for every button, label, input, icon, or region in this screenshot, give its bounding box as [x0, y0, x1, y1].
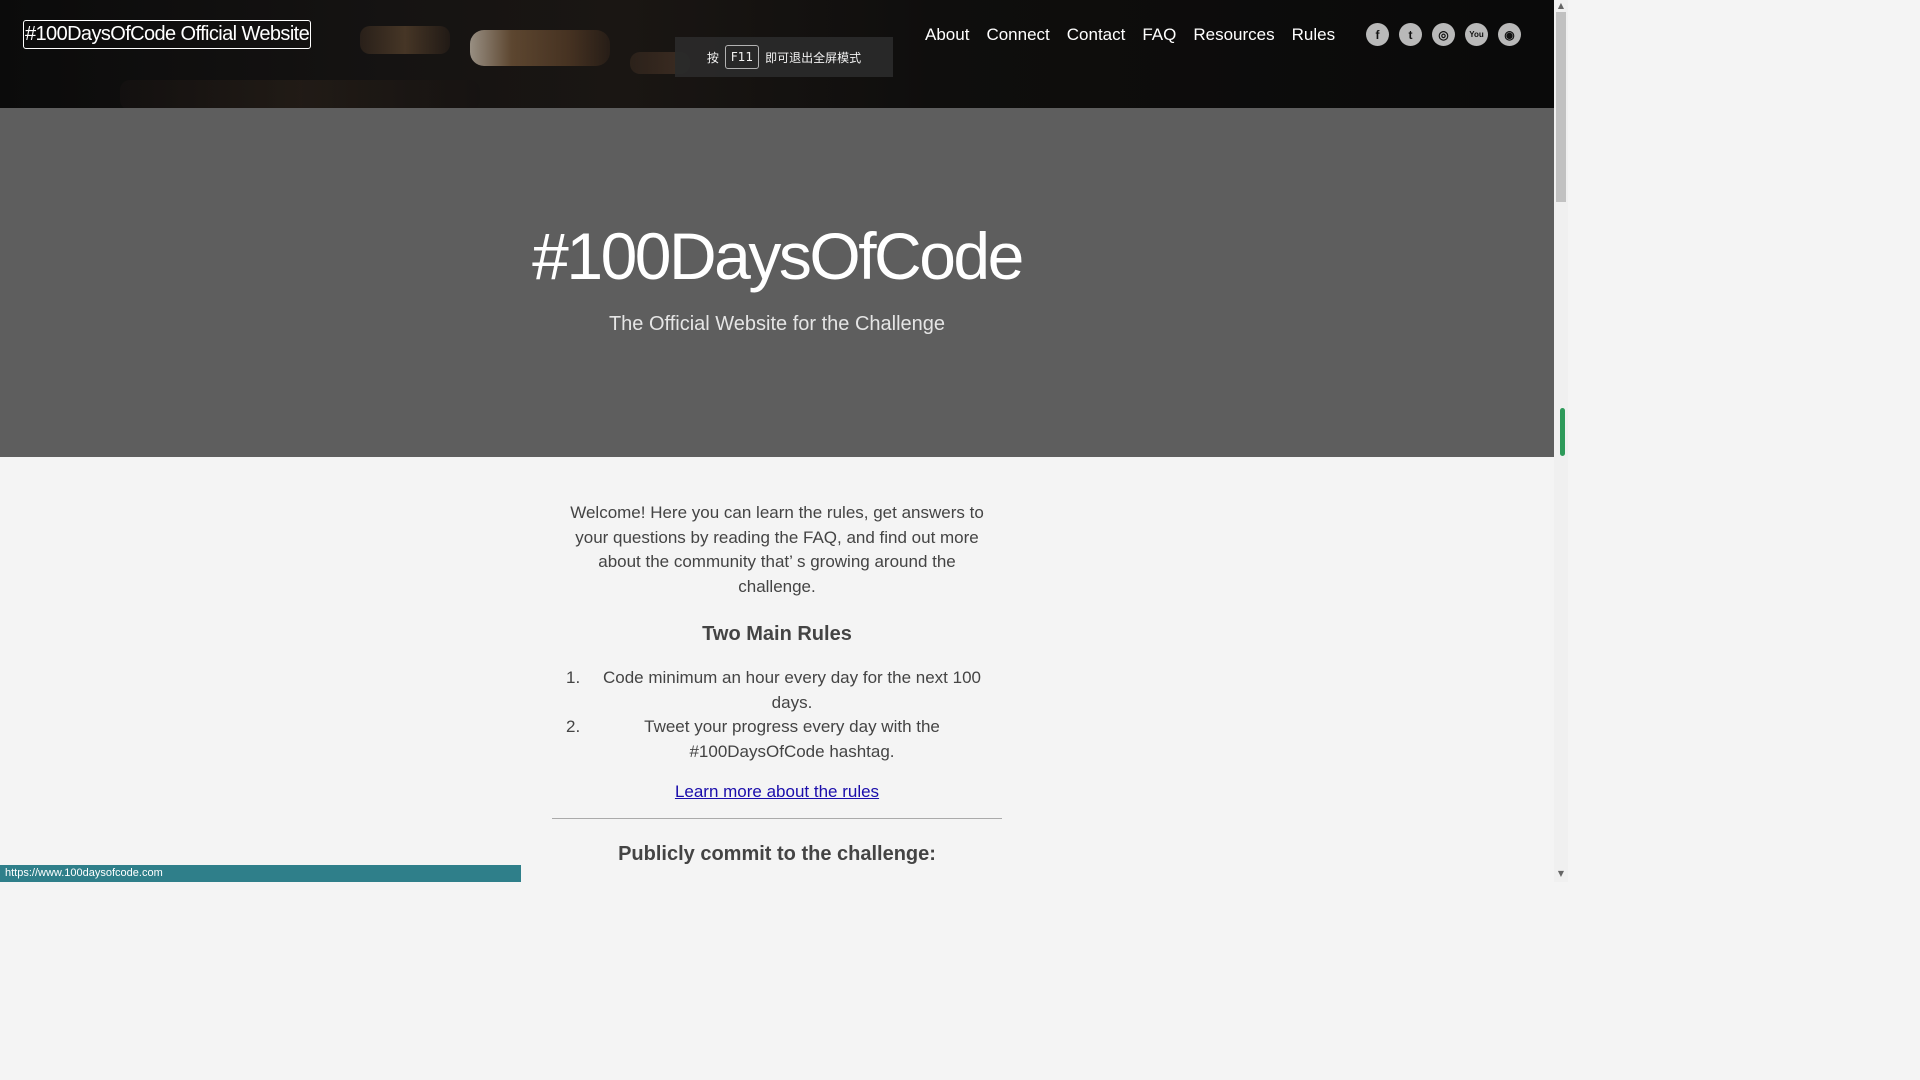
nav-faq[interactable]: FAQ — [1142, 22, 1176, 48]
toast-prefix: 按 — [706, 50, 719, 65]
header-background-image — [120, 80, 480, 108]
main-content: Welcome! Here you can learn the rules, g… — [552, 457, 1002, 866]
main-nav: About Connect Contact FAQ Resources Rule… — [925, 22, 1352, 48]
learn-rules-link[interactable]: Learn more about the rules — [675, 782, 879, 802]
nav-about[interactable]: About — [925, 22, 969, 48]
commit-heading: Publicly commit to the challenge: — [618, 843, 936, 865]
brand-link[interactable]: #100DaysOfCode Official Website — [23, 20, 312, 49]
nav-resources[interactable]: Resources — [1193, 22, 1274, 48]
github-icon[interactable]: ◉ — [1498, 23, 1521, 46]
hero-title: #100DaysOfCode — [532, 219, 1024, 293]
nav-rules[interactable]: Rules — [1292, 22, 1335, 48]
rules-list: 1. Code minimum an hour every day for th… — [552, 666, 1002, 764]
f11-key-badge: F11 — [724, 45, 760, 69]
list-item: 2. Tweet your progress every day with th… — [562, 715, 992, 764]
scroll-up-icon[interactable]: ▲ — [1557, 2, 1565, 10]
twitter-icon[interactable]: t — [1399, 23, 1422, 46]
hero-banner: #100DaysOfCode The Official Website for … — [0, 108, 1554, 457]
header-background-image — [360, 26, 450, 54]
scroll-thumb[interactable] — [1556, 12, 1566, 202]
facebook-icon[interactable]: f — [1366, 23, 1389, 46]
header-background-image — [470, 30, 610, 66]
nav-contact[interactable]: Contact — [1067, 22, 1126, 48]
scroll-indicator — [1560, 408, 1565, 456]
scroll-down-icon[interactable]: ▼ — [1557, 870, 1565, 878]
rule-text: Tweet your progress every day with the #… — [644, 717, 940, 761]
site-header: #100DaysOfCode Official Website 按 F11 即可… — [0, 0, 1554, 108]
page: #100DaysOfCode Official Website 按 F11 即可… — [0, 0, 1568, 882]
divider — [552, 818, 1002, 819]
youtube-icon[interactable]: You — [1465, 23, 1488, 46]
rules-heading: Two Main Rules — [702, 623, 852, 645]
hero-subtitle: The Official Website for the Challenge — [608, 313, 946, 335]
nav-connect[interactable]: Connect — [986, 22, 1049, 48]
instagram-icon[interactable]: ◎ — [1432, 23, 1455, 46]
rule-text: Code minimum an hour every day for the n… — [603, 668, 981, 712]
fullscreen-exit-toast: 按 F11 即可退出全屏模式 — [675, 37, 893, 77]
rule-number: 2. — [566, 717, 581, 736]
welcome-text: Welcome! Here you can learn the rules, g… — [570, 503, 984, 596]
list-item: 1. Code minimum an hour every day for th… — [562, 666, 992, 715]
status-bar-url: https://www.100daysofcode.com — [0, 865, 521, 882]
rule-number: 1. — [566, 668, 581, 687]
toast-suffix: 即可退出全屏模式 — [765, 50, 862, 65]
social-links: f t ◎ You ◉ — [1366, 23, 1521, 46]
